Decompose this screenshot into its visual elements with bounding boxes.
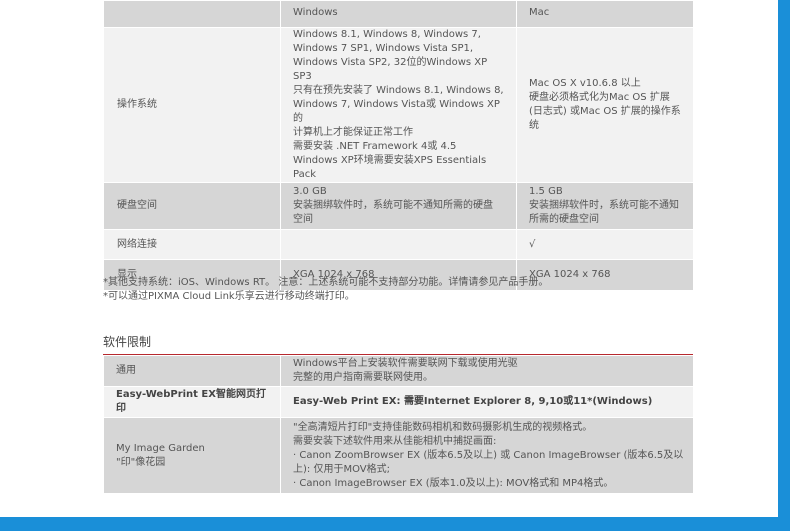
limit-desc-general: Windows平台上安装软件需要联网下载或使用光驱 完整的用户指南需要联网使用。 xyxy=(280,355,694,387)
software-limits-table: 通用 Windows平台上安装软件需要联网下载或使用光驱 完整的用户指南需要联网… xyxy=(103,355,694,494)
network-mac-cell: √ xyxy=(516,229,694,260)
os-windows-cell: Windows 8.1, Windows 8, Windows 7, Windo… xyxy=(280,27,517,183)
footnotes: *其他支持系统：iOS、Windows RT。 注意：上述系统可能不支持部分功能… xyxy=(103,276,548,304)
limit-label-general: 通用 xyxy=(103,355,281,387)
header-blank-cell xyxy=(103,0,281,28)
section-title-software-limits: 软件限制 xyxy=(103,335,152,349)
network-windows-cell xyxy=(280,229,517,260)
disk-mac-cell: 1.5 GB 安装捆绑软件时，系统可能不通知 所需的硬盘空间 xyxy=(516,182,694,230)
limit-label-image-garden: My Image Garden "印"像花园 xyxy=(103,417,281,494)
table-row-disk: 硬盘空间 3.0 GB 安装捆绑软件时，系统可能不通知所需的硬盘 空间 1.5 … xyxy=(103,182,694,230)
table-row-network: 网络连接 √ xyxy=(103,229,694,260)
limit-desc-webprint: Easy-Web Print EX: 需要Internet Explorer 8… xyxy=(280,386,694,418)
row-label-disk: 硬盘空间 xyxy=(103,182,281,230)
header-windows: Windows xyxy=(280,0,517,28)
limit-row-webprint: Easy-WebPrint EX智能网页打印 Easy-Web Print EX… xyxy=(103,386,694,418)
limit-row-general: 通用 Windows平台上安装软件需要联网下载或使用光驱 完整的用户指南需要联网… xyxy=(103,355,694,387)
system-requirements-table: Windows Mac 操作系统 Windows 8.1, Windows 8,… xyxy=(103,0,694,291)
limit-desc-image-garden: "全高清短片打印"支持佳能数码相机和数码摄影机生成的视频格式。 需要安装下述软件… xyxy=(280,417,694,494)
limit-row-image-garden: My Image Garden "印"像花园 "全高清短片打印"支持佳能数码相机… xyxy=(103,417,694,494)
disk-windows-cell: 3.0 GB 安装捆绑软件时，系统可能不通知所需的硬盘 空间 xyxy=(280,182,517,230)
footnote-other-systems: *其他支持系统：iOS、Windows RT。 注意：上述系统可能不支持部分功能… xyxy=(103,277,549,288)
content-panel: Windows Mac 操作系统 Windows 8.1, Windows 8,… xyxy=(0,0,778,517)
os-mac-cell: Mac OS X v10.6.8 以上 硬盘必须格式化为Mac OS 扩展 (日… xyxy=(516,27,694,183)
header-mac: Mac xyxy=(516,0,694,28)
row-label-os: 操作系统 xyxy=(103,27,281,183)
footnote-cloud-link: *可以通过PIXMA Cloud Link乐享云进行移动终端打印。 xyxy=(103,291,355,302)
table-row-os: 操作系统 Windows 8.1, Windows 8, Windows 7, … xyxy=(103,27,694,183)
limit-label-webprint: Easy-WebPrint EX智能网页打印 xyxy=(103,386,281,418)
table-header-row: Windows Mac xyxy=(103,0,694,28)
row-label-network: 网络连接 xyxy=(103,229,281,260)
